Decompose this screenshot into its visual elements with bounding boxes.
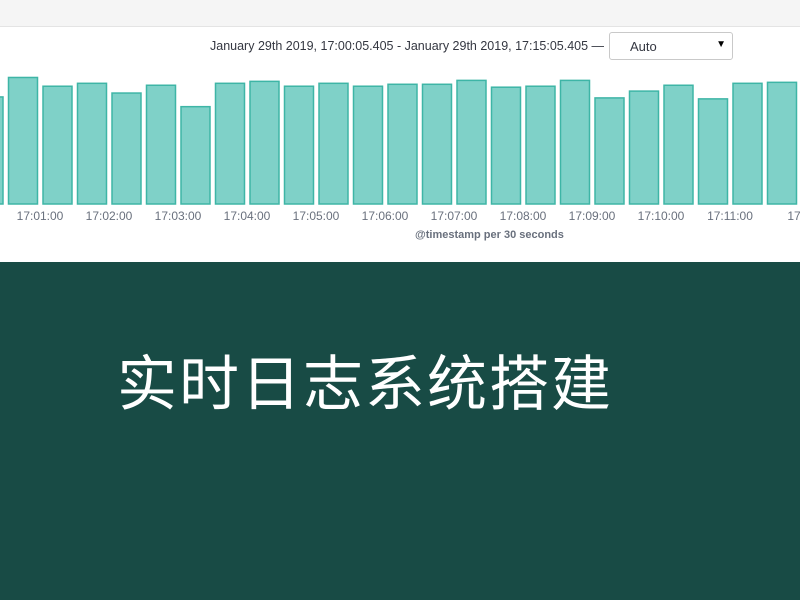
x-tick-label: 17:03:00: [155, 209, 202, 223]
histogram-bar[interactable]: [559, 79, 591, 205]
histogram-bar[interactable]: [628, 90, 660, 205]
histogram-bar[interactable]: [145, 84, 177, 205]
x-tick-label: 17:05:00: [293, 209, 340, 223]
histogram-bar[interactable]: [76, 82, 108, 205]
histogram-bar[interactable]: [594, 97, 625, 205]
histogram-bar[interactable]: [249, 80, 280, 205]
histogram-bar[interactable]: [456, 79, 487, 205]
x-tick-label: 17:08:00: [500, 209, 547, 223]
histogram-bar[interactable]: [214, 82, 246, 205]
histogram-bar[interactable]: [0, 96, 4, 205]
histogram-bar[interactable]: [697, 98, 729, 205]
histogram-bar[interactable]: [766, 81, 798, 205]
histogram-bar[interactable]: [111, 92, 142, 205]
histogram-bar[interactable]: [318, 82, 349, 205]
histogram-bar[interactable]: [490, 86, 522, 205]
x-tick-label: 17:11:00: [707, 209, 753, 223]
histogram-bar[interactable]: [421, 83, 453, 205]
x-tick-label: 17:02:00: [86, 209, 133, 223]
histogram-chart: 17:01:00 17:02:00 17:03:00 17:04:00 17:05:00…: [0, 76, 800, 223]
histogram-bar[interactable]: [525, 85, 556, 205]
histogram-bar[interactable]: [283, 85, 315, 205]
x-tick-label: 17:04:00: [224, 209, 271, 223]
x-axis-title: @timestamp per 30 seconds: [415, 229, 564, 241]
x-tick-label: 17:1: [787, 209, 800, 223]
discover-histogram-panel: January 29th 2019, 17:00:05.405 - Januar…: [0, 27, 800, 262]
x-tick-label: 17:01:00: [17, 209, 64, 223]
x-tick-label: 17:09:00: [569, 209, 616, 223]
histogram-bar[interactable]: [732, 82, 763, 205]
x-tick-label: 17:07:00: [431, 209, 478, 223]
x-tick-label: 17:10:00: [638, 209, 685, 223]
histogram-bar[interactable]: [7, 76, 39, 205]
banner: 实时日志系统搭建: [0, 262, 800, 600]
histogram-bar[interactable]: [352, 85, 384, 205]
top-toolbar-strip: [0, 0, 800, 27]
histogram-bar[interactable]: [663, 84, 694, 205]
histogram-bar[interactable]: [42, 85, 73, 205]
histogram-bar[interactable]: [180, 105, 211, 205]
x-tick-label: 17:06:00: [362, 209, 409, 223]
histogram-bar[interactable]: [387, 83, 418, 205]
banner-title: 实时日志系统搭建: [117, 350, 613, 420]
